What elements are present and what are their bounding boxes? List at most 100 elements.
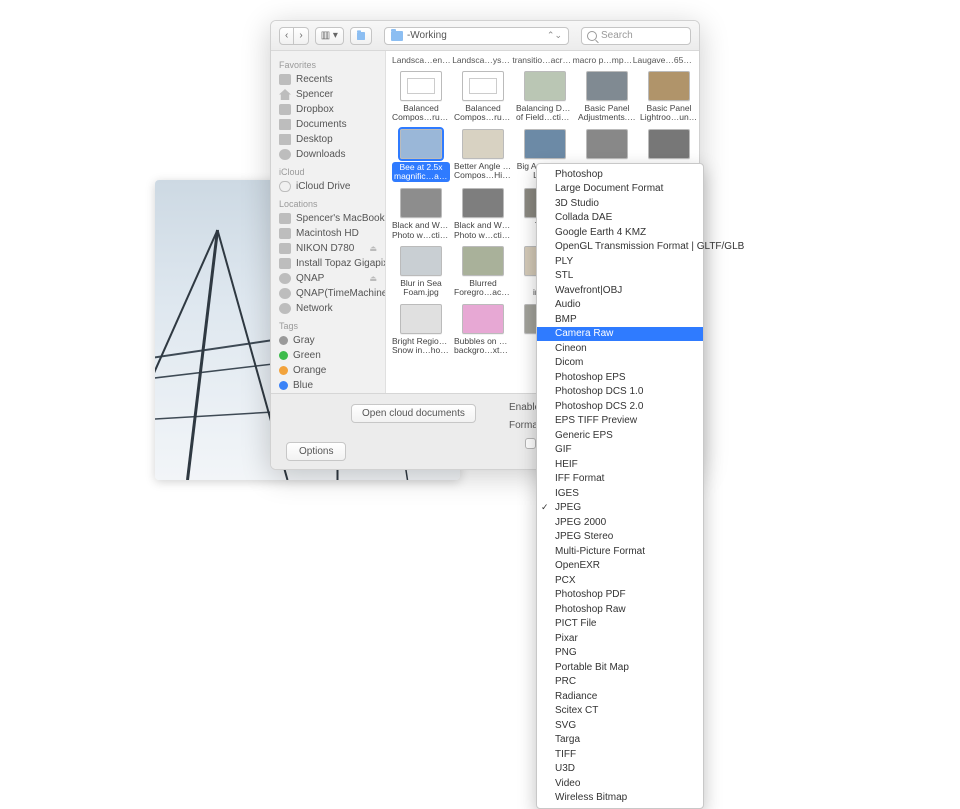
format-menu-item[interactable]: TIFF [537,747,703,762]
forward-button[interactable]: › [294,27,308,45]
file-label: Bright Region ofSnow in…hoto.jpg [392,337,450,356]
format-menu-item[interactable]: Targa [537,733,703,748]
format-menu-item[interactable]: PCX [537,573,703,588]
sidebar-item[interactable]: Macintosh HD [271,226,385,241]
sidebar-item[interactable]: QNAP(TimeMachine)⏏ [271,286,385,301]
format-menu-item[interactable]: Scitex CT [537,704,703,719]
chevron-updown-icon: ⌃⌄ [547,30,562,41]
search-field[interactable]: Search [581,27,691,45]
format-menu-item[interactable]: Pixar [537,631,703,646]
eject-icon[interactable]: ⏏ [369,274,377,283]
sidebar-item[interactable]: Gray [271,333,385,348]
sidebar-item[interactable]: Network [271,301,385,316]
format-menu-item[interactable]: Wireless Bitmap [537,791,703,806]
format-menu-item[interactable]: PNG [537,646,703,661]
sidebar-item[interactable]: Spencer's MacBook Pro… [271,211,385,226]
format-menu-item[interactable]: JPEG [537,501,703,516]
view-mode-button[interactable]: ▥ ▾ [315,27,344,45]
format-menu-item[interactable]: Generic EPS [537,428,703,443]
format-menu-item[interactable]: Photoshop PDF [537,588,703,603]
file-item[interactable]: Bee at 2.5xmagnific…acro.jpg [392,129,450,183]
sidebar-item[interactable]: Blue [271,378,385,393]
format-menu-item[interactable]: HEIF [537,457,703,472]
format-menu-item[interactable]: Photoshop Raw [537,602,703,617]
sidebar-item[interactable]: Documents [271,117,385,132]
format-menu-item[interactable]: Photoshop [537,167,703,182]
format-menu-item[interactable]: Collada DAE [537,211,703,226]
file-thumbnail [524,71,566,101]
path-selector[interactable]: -Working ⌃⌄ [384,27,569,45]
format-menu-item[interactable]: Video [537,776,703,791]
file-label[interactable]: macro p…mple.jpg [573,55,633,65]
back-button[interactable]: ‹ [279,27,294,45]
file-item[interactable]: Bubbles on a pinkbackgro…xture.jpg [454,304,512,356]
image-sequence-checkbox[interactable] [525,438,536,449]
sidebar-item[interactable]: Desktop [271,132,385,147]
sidebar-item-label: Install Topaz Gigapixe… [296,258,385,269]
file-label[interactable]: Landsca…yser.jpg [452,55,512,65]
format-menu-item[interactable]: OpenEXR [537,559,703,574]
file-item[interactable]: Black and WhitePhoto w…ction.jpg [392,188,450,240]
format-menu-item[interactable]: EPS TIFF Preview [537,414,703,429]
format-menu-item[interactable]: U3D [537,762,703,777]
format-menu-item[interactable]: JPEG Stereo [537,530,703,545]
open-cloud-documents-button[interactable]: Open cloud documents [351,404,476,423]
file-label: Balancing Depthof Field…ction.jpg [516,104,574,123]
format-menu-item[interactable]: 3D Studio [537,196,703,211]
file-label[interactable]: transitio…acro.jpg [512,55,572,65]
ico-net-icon [279,303,291,314]
format-menu-item[interactable]: Camera Raw [537,327,703,342]
format-menu-item[interactable]: JPEG 2000 [537,515,703,530]
sidebar-item[interactable]: Install Topaz Gigapixe…⏏ [271,256,385,271]
file-label: Basic PanelAdjustments.jpg [578,104,636,123]
format-menu-item[interactable]: Photoshop EPS [537,370,703,385]
file-item[interactable]: Basic PanelLightroo…une.jpg [640,71,698,123]
format-menu-item[interactable]: OpenGL Transmission Format | GLTF/GLB [537,240,703,255]
file-item[interactable]: Bright Region ofSnow in…hoto.jpg [392,304,450,356]
format-menu-item[interactable]: Multi-Picture Format [537,544,703,559]
format-menu-item[interactable]: Photoshop DCS 1.0 [537,385,703,400]
options-button[interactable]: Options [286,442,346,461]
sidebar-item[interactable]: Spencer [271,87,385,102]
sidebar-item[interactable]: Downloads [271,147,385,162]
format-menu-item[interactable]: GIF [537,443,703,458]
sidebar-item[interactable]: QNAP ⏏ [271,271,385,286]
file-item[interactable]: BlurredForegro…acker.jpg [454,246,512,298]
file-item[interactable]: Blur in SeaFoam.jpg [392,246,450,298]
sidebar-group-header: iCloud [271,162,385,179]
file-item[interactable]: Balancing Depthof Field…ction.jpg [516,71,574,123]
format-menu-item[interactable]: Radiance [537,689,703,704]
format-menu-item[interactable]: Photoshop DCS 2.0 [537,399,703,414]
format-menu-item[interactable]: Audio [537,298,703,313]
sidebar-item[interactable]: iCloud Drive [271,179,385,194]
format-menu-item[interactable]: Cineon [537,341,703,356]
format-menu-item[interactable]: IGES [537,486,703,501]
format-menu-item[interactable]: Portable Bit Map [537,660,703,675]
format-menu-item[interactable]: Dicom [537,356,703,371]
file-item[interactable]: Better Angle butCompos…High.jpg [454,129,512,183]
file-label[interactable]: Laugave…65.JPG [633,55,693,65]
file-label[interactable]: Landsca…ens.jpg [392,55,452,65]
format-menu-item[interactable]: Large Document Format [537,182,703,197]
format-menu-item[interactable]: STL [537,269,703,284]
file-item[interactable]: Basic PanelAdjustments.jpg [578,71,636,123]
format-menu-item[interactable]: PICT File [537,617,703,632]
file-item[interactable]: Black and WhitePhoto w…ction.jpg [454,188,512,240]
sidebar-item-label: QNAP [296,273,324,284]
sidebar-item[interactable]: Recents [271,72,385,87]
format-menu-item[interactable]: SVG [537,718,703,733]
group-button[interactable] [350,27,372,45]
sidebar-item[interactable]: Dropbox [271,102,385,117]
format-menu-item[interactable]: Wavefront|OBJ [537,283,703,298]
file-item[interactable]: BalancedCompos…rum.psd [454,71,512,123]
sidebar-item[interactable]: Orange [271,363,385,378]
format-menu-item[interactable]: BMP [537,312,703,327]
format-menu-item[interactable]: Google Earth 4 KMZ [537,225,703,240]
format-menu-item[interactable]: PRC [537,675,703,690]
eject-icon[interactable]: ⏏ [369,244,377,253]
format-menu-item[interactable]: PLY [537,254,703,269]
format-menu-item[interactable]: IFF Format [537,472,703,487]
file-item[interactable]: BalancedCompos…rum.png [392,71,450,123]
sidebar-item[interactable]: Green [271,348,385,363]
sidebar-item[interactable]: NIKON D780⏏ [271,241,385,256]
